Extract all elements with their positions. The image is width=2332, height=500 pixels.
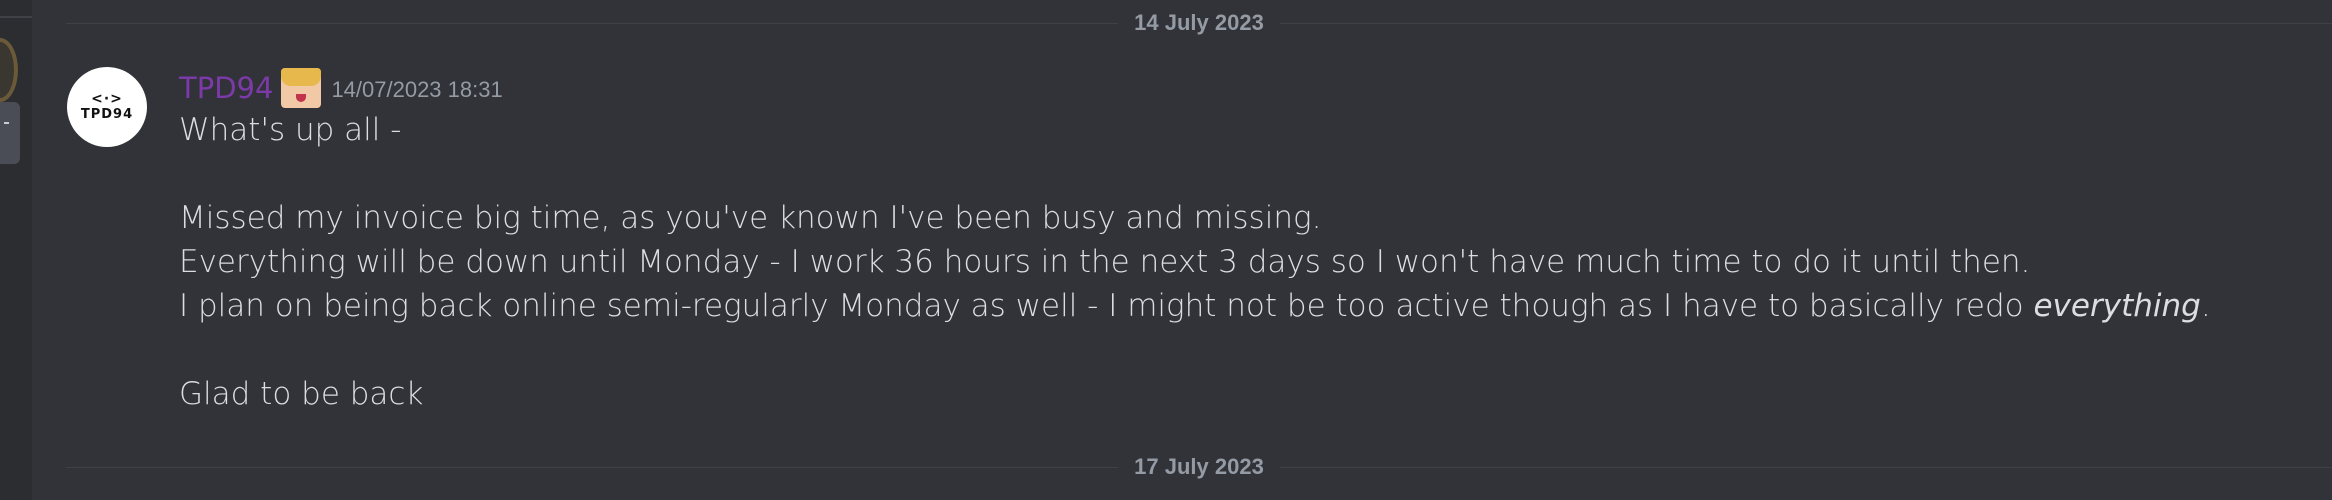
divider-line [66,466,1119,468]
divider-line [1279,22,2332,24]
date-divider: 17 July 2023 [66,454,2332,479]
message-content: What's up all - Missed my invoice big ti… [179,108,2211,416]
message-header: TPD94 14/07/2023 18:31 [179,66,503,110]
message-text: . [2200,288,2211,324]
avatar-glyph: <·> [91,91,123,107]
date-divider: 14 July 2023 [66,10,2332,35]
sidebar-button[interactable] [0,102,20,164]
message-text: I plan on being back online semi-regular… [179,288,2034,324]
sidebar-divider [0,16,32,18]
server-icon[interactable] [0,38,18,102]
date-label: 14 July 2023 [1134,10,1264,35]
username[interactable]: TPD94 [179,71,273,105]
message-line: Missed my invoice big time, as you've kn… [179,200,1322,236]
divider-line [66,22,1119,24]
divider-line [1279,466,2332,468]
message-line: I plan on being back online semi-regular… [179,284,2211,328]
message-timestamp[interactable]: 14/07/2023 18:31 [331,77,502,103]
avatar[interactable]: <·> TPD94 [67,67,147,147]
date-label: 17 July 2023 [1134,454,1264,479]
server-sidebar [0,0,32,500]
anime-character-icon[interactable] [281,68,322,108]
emphasized-text: everything [2033,288,2201,324]
message-line: Glad to be back [179,376,424,412]
message-line: What's up all - [179,112,402,148]
avatar-text: TPD94 [80,107,134,122]
message-line: Everything will be down until Monday - I… [179,244,2031,280]
